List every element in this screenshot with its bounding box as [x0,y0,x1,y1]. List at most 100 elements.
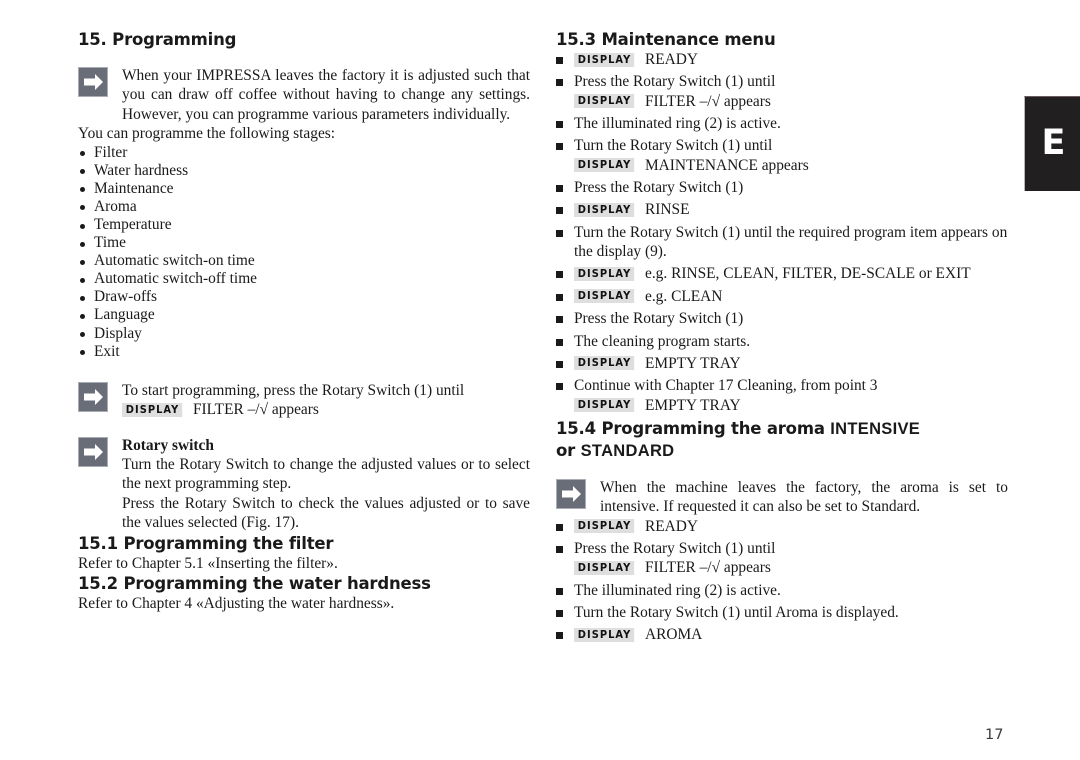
step-value: EMPTY TRAY [645,354,741,372]
start-note-line1: To start programming, press the Rotary S… [122,381,465,399]
heading-15-4-intensive: INTENSIVE [830,419,921,438]
list-item: Automatic switch-off time [78,270,530,288]
display-badge: DISPLAY [574,202,635,217]
start-programming-note: To start programming, press the Rotary S… [78,381,530,420]
step-value-pre: FILTER [645,559,700,577]
maintenance-menu-steps: DISPLAY READY Press the Rotary Switch (1)… [556,50,1008,415]
step-value: MAINTENANCE appears [645,156,809,174]
step-value: AROMA [645,626,703,644]
list-item: DISPLAY e.g. CLEAN [556,287,1008,306]
step-text: Turn the Rotary Switch (1) until the req… [574,223,1008,260]
step-text: Turn the Rotary Switch (1) until [574,137,773,155]
step-text: Press the Rotary Switch (1) until [574,73,776,91]
heading-15-4-or: or [556,440,581,460]
aroma-note: When the machine leaves the factory, the… [556,478,1008,517]
arrow-right-icon [556,478,586,509]
section-heading-15-4: 15.4 Programming the aroma INTENSIVE or … [556,418,1008,462]
intro-note: When your IMPRESSA leaves the factory it… [78,66,530,124]
list-item: Language [78,306,530,324]
list-item: DISPLAY READY [556,50,1008,69]
section-heading-15-1: 15.1 Programming the filter [78,533,334,553]
step-text: The illuminated ring (2) is active. [574,114,781,132]
right-column: 15.3 Maintenance menu DISPLAY READY Press… [556,30,1008,648]
section-heading-15-4-line2: or STANDARD [556,440,1008,462]
arrow-right-icon [78,436,108,467]
step-value: e.g. RINSE, CLEAN, FILTER, DE-SCALE or E… [645,265,971,283]
step-value: READY [645,51,699,68]
section-heading-15-2: 15.2 Programming the water hardness [78,574,431,593]
aroma-programming-steps: DISPLAY READY Press the Rotary Switch (1)… [556,517,1008,645]
step-subline: DISPLAY FILTER –/√ appears [574,558,1008,577]
step-subline: DISPLAY FILTER –/√ appears [574,92,1008,111]
list-item: DISPLAY READY [556,517,1008,536]
step-text: Press the Rotary Switch (1) [574,310,744,328]
list-item: The illuminated ring (2) is active. [556,114,1008,133]
start-note-value-post: appears [268,401,319,419]
step-text: Press the Rotary Switch (1) [574,178,744,196]
display-badge: DISPLAY [574,356,635,371]
display-badge: DISPLAY [574,398,635,412]
list-item: Water hardness [78,162,530,180]
list-item: DISPLAY e.g. RINSE, CLEAN, FILTER, DE-SCA… [556,264,1008,283]
step-value: READY [645,517,699,535]
intro-note-text: When your IMPRESSA leaves the factory it… [122,67,530,123]
list-item: DISPLAY RINSE [556,200,1008,219]
step-text: The illuminated ring (2) is active. [574,581,781,599]
list-item: DISPLAY AROMA [556,625,1008,644]
section-15-2-body: Refer to Chapter 4 «Adjusting the water … [78,595,395,612]
section-15-1-body: Refer to Chapter 5.1 «Inserting the filt… [78,554,338,572]
step-subline: DISPLAY EMPTY TRAY [574,396,1008,415]
step-text: The cleaning program starts. [574,332,751,350]
list-item: Press the Rotary Switch (1) [556,178,1008,197]
display-badge: DISPLAY [574,52,635,67]
display-badge: DISPLAY [574,289,635,304]
heading-15-4-standard: STANDARD [580,441,675,460]
aroma-note-text: When the machine leaves the factory, the… [600,478,1008,516]
start-note-value-pre: FILTER [193,401,248,419]
left-column: 15. Programming When your IMPRESSA leave… [78,30,530,613]
list-item: Press the Rotary Switch (1) until DISPLA… [556,72,1008,110]
step-text: Press the Rotary Switch (1) until [574,540,776,558]
list-item: Automatic switch-on time [78,252,530,270]
list-item: The cleaning program starts. [556,332,1008,351]
section-heading-15-3: 15.3 Maintenance menu [556,30,776,49]
tick-symbol: –/√ [247,401,269,419]
display-badge: DISPLAY [574,560,635,575]
heading-15-4-prefix: 15.4 Programming the aroma [556,418,831,438]
display-badge: DISPLAY [574,94,635,109]
list-item: Turn the Rotary Switch (1) until DISPLAY… [556,136,1008,174]
list-item: Turn the Rotary Switch (1) until Aroma i… [556,603,1008,622]
stages-lead: You can programme the following stages: [78,125,336,143]
display-badge: DISPLAY [574,266,635,281]
list-item: Press the Rotary Switch (1) until DISPLA… [556,539,1008,577]
list-item: Filter [78,144,530,162]
step-value-post: appears [720,559,771,577]
tick-symbol: –/√ [699,92,721,110]
section-heading-15: 15. Programming [78,30,237,49]
list-item: Draw-offs [78,288,530,306]
start-note-line2: DISPLAY FILTER –/√ appears [122,400,530,419]
list-item: Time [78,234,530,252]
display-badge: DISPLAY [574,519,635,534]
list-item: DISPLAY EMPTY TRAY [556,354,1008,373]
list-item: Exit [78,343,530,361]
display-badge: DISPLAY [574,627,635,642]
page-number: 17 [985,727,1004,743]
list-item: Display [78,325,530,343]
list-item: Continue with Chapter 17 Cleaning, from … [556,376,1008,414]
programmable-stages-list: Filter Water hardness Maintenance Aroma … [78,144,530,361]
step-subline: DISPLAY MAINTENANCE appears [574,156,1008,175]
list-item: Maintenance [78,180,530,198]
list-item: Turn the Rotary Switch (1) until the req… [556,223,1008,261]
section-heading-15-4-line1: 15.4 Programming the aroma INTENSIVE [556,418,1008,440]
list-item: Temperature [78,216,530,234]
step-value-post: appears [720,92,771,110]
list-item: Aroma [78,198,530,216]
rotary-switch-note: Rotary switch Turn the Rotary Switch to … [78,436,530,533]
manual-page: 15. Programming When your IMPRESSA leave… [0,0,1080,760]
rotary-switch-paragraph-2: Press the Rotary Switch to check the val… [122,494,530,532]
arrow-right-icon [78,381,108,412]
rotary-switch-paragraph-1: Turn the Rotary Switch to change the adj… [122,455,530,493]
rotary-switch-title: Rotary switch [122,436,214,454]
step-value: e.g. CLEAN [645,287,723,305]
